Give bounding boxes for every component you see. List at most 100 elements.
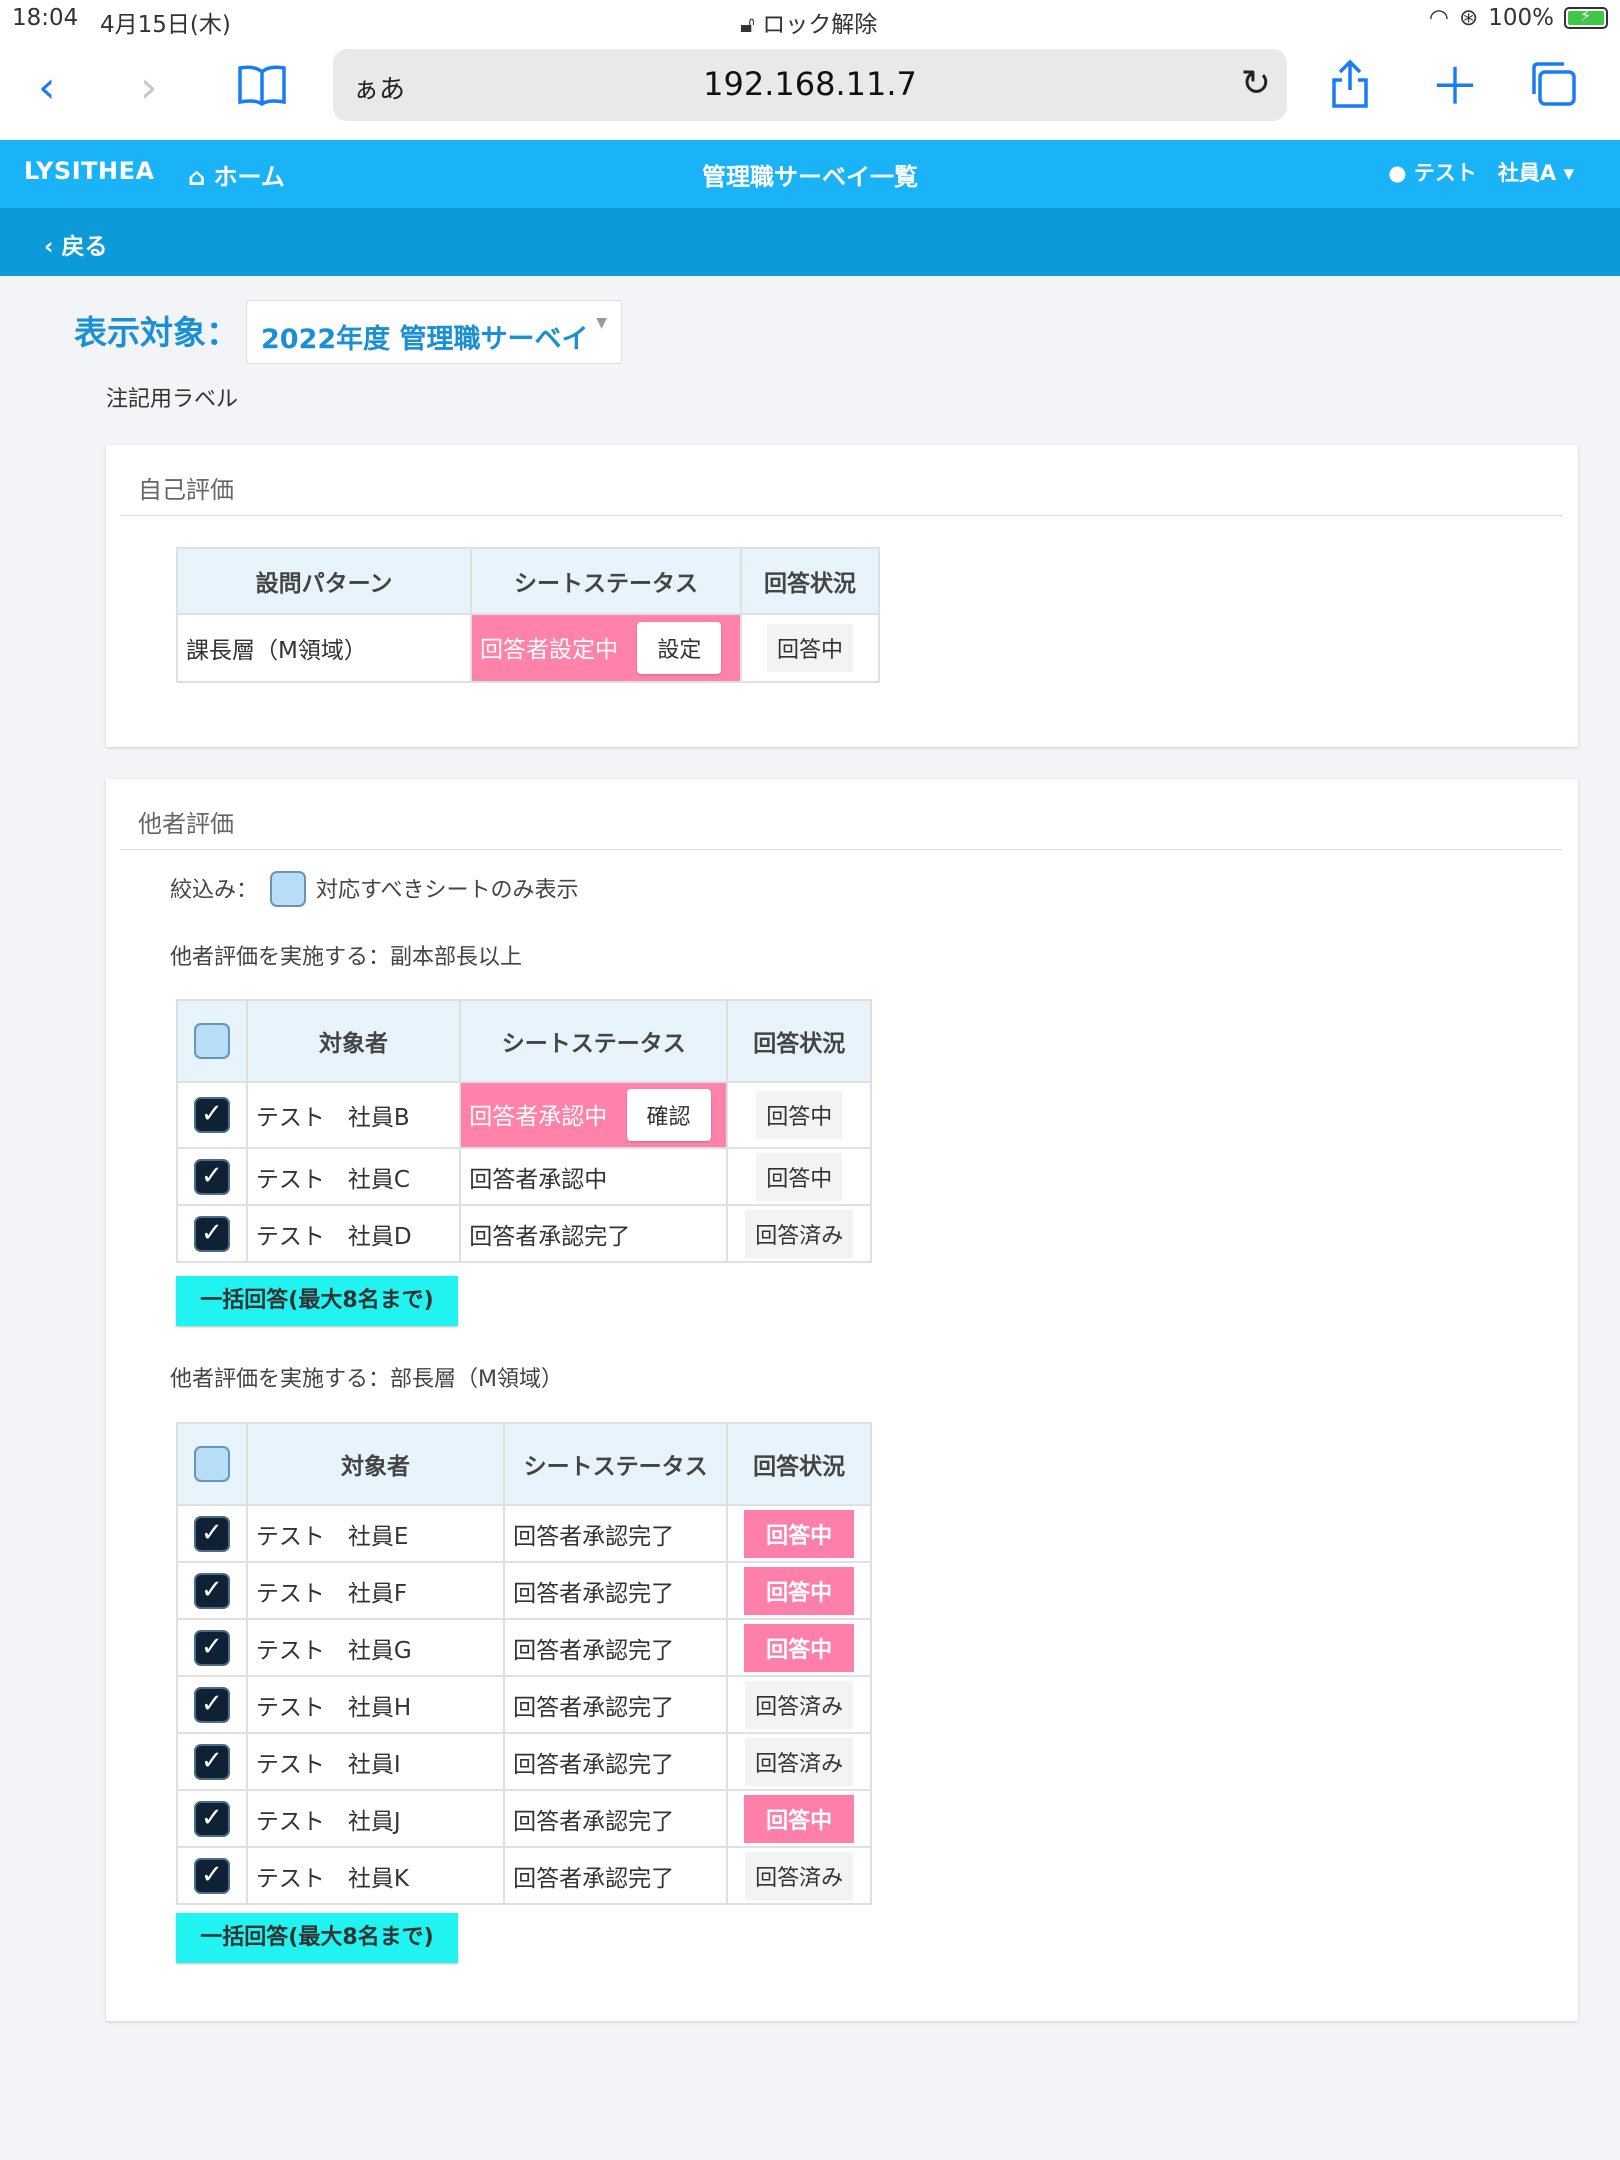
table-row: ✓ テスト 社員B 回答者承認中 確認 回答中 [176,1081,872,1149]
sheet-status-text: 回答者承認完了 [503,1732,729,1791]
target-name: テスト 社員C [245,1147,462,1206]
filter-checkbox[interactable] [270,871,306,907]
chevron-left-icon: ‹ [44,234,54,260]
col-header-answer-status: 回答状況 [726,1422,872,1506]
table-row: ✓ テスト 社員J 回答者承認完了 回答中 [176,1789,872,1848]
row-check-cell: ✓ [176,1204,248,1263]
survey-select[interactable]: 2022年度 管理職サーベイ ▼ [246,300,622,364]
target-name: テスト 社員K [245,1846,506,1905]
target-name: テスト 社員I [245,1732,506,1791]
back-arrow-icon[interactable]: ‹ [38,66,56,110]
lock-icon: 🔓︎ [740,12,755,38]
caret-down-icon: ▾ [1563,161,1574,185]
bulk-answer-button[interactable]: 一括回答(最大8名まで) [176,1913,458,1963]
select-all-checkbox[interactable] [193,1023,230,1059]
reload-icon[interactable]: ↻ [1241,63,1271,104]
filter-label: 絞込み： [170,878,259,903]
forward-arrow-icon[interactable]: › [140,66,158,110]
answer-status-badge: 回答中 [766,624,853,672]
tabs-icon[interactable] [1528,60,1578,116]
answer-status-cell: 回答中 [726,1081,872,1149]
target-name: テスト 社員G [245,1618,506,1677]
col-header-answer-status: 回答状況 [726,999,872,1083]
table-row: ✓ テスト 社員F 回答者承認完了 回答中 [176,1561,872,1620]
self-eval-title: 自己評価 [138,476,234,504]
pattern-cell: 課長層（M領域） [176,613,472,683]
row-checkbox[interactable]: ✓ [193,1857,230,1894]
row-checkbox[interactable]: ✓ [193,1743,230,1780]
row-checkbox[interactable]: ✓ [193,1800,230,1837]
sheet-status-text: 回答者承認完了 [503,1675,729,1734]
share-icon[interactable] [1328,58,1372,118]
select-all-header [176,1422,248,1506]
row-check-cell: ✓ [176,1846,248,1905]
target-name: テスト 社員D [245,1204,462,1263]
status-bar: 18:04 4月15日(木) 🔓︎ ロック解除 ◠ ⊛ 100% ⚡︎ [0,0,1620,40]
row-checkbox[interactable]: ✓ [193,1097,230,1133]
status-date: 4月15日(木) [100,12,231,38]
orientation-lock-icon: ⊛ [1458,5,1479,31]
answer-status-cell: 回答済み [726,1732,872,1791]
confirm-button[interactable]: 確認 [626,1089,711,1141]
answer-status-badge: 回答中 [744,1623,855,1672]
answer-status-cell: 回答済み [726,1846,872,1905]
target-name: テスト 社員B [245,1081,462,1149]
row-check-cell: ✓ [176,1147,248,1206]
answer-status-cell: 回答済み [726,1675,872,1734]
settings-button[interactable]: 設定 [637,622,722,674]
answer-status-badge: 回答済み [745,1737,854,1786]
back-link[interactable]: ‹ 戻る [44,227,108,261]
answer-status-badge: 回答中 [744,1794,855,1843]
col-header-answer-status: 回答状況 [740,547,880,615]
answer-status-badge: 回答中 [756,1152,843,1201]
select-all-checkbox[interactable] [193,1446,230,1482]
new-tab-icon[interactable]: ＋ [1430,62,1480,112]
group2-caption: 他者評価を実施する：部長層（M領域） [170,1367,563,1392]
sheet-status-text: 回答者承認完了 [503,1789,729,1848]
col-header-pattern: 設問パターン [176,547,472,615]
sheet-status-text: 回答者承認完了 [503,1846,729,1905]
row-check-cell: ✓ [176,1504,248,1563]
row-checkbox[interactable]: ✓ [193,1515,230,1552]
address-bar[interactable]: ぁあ 192.168.11.7 ↻ [333,49,1287,121]
bulk-answer-button[interactable]: 一括回答(最大8名まで) [176,1276,458,1326]
url-text[interactable]: 192.168.11.7 [333,65,1287,103]
self-eval-panel: 自己評価 設問パターン シートステータス 回答状況 課長層（M領域） 回答者設定… [106,445,1578,747]
sheet-status-text: 回答者設定中 [480,637,618,663]
sheet-status-text: 回答者承認完了 [459,1204,729,1263]
other-eval-panel: 他者評価 絞込み： 対応すべきシートのみ表示 他者評価を実施する：副本部長以上 … [106,779,1578,2021]
caret-down-icon: ▼ [596,315,607,331]
target-name: テスト 社員H [245,1675,506,1734]
group2-table: 対象者 シートステータス 回答状況 ✓ テスト 社員E 回答者承認完了 回答中 … [176,1422,872,1905]
row-check-cell: ✓ [176,1789,248,1848]
group1-table: 対象者 シートステータス 回答状況 ✓ テスト 社員B 回答者承認中 確認 回答… [176,999,872,1263]
status-right: ◠ ⊛ 100% ⚡︎ [1429,5,1608,31]
row-check-cell: ✓ [176,1561,248,1620]
col-header-sheet-status: シートステータス [470,547,742,615]
answer-status-badge: 回答済み [745,1209,854,1258]
row-checkbox[interactable]: ✓ [193,1215,230,1252]
status-lock: 🔓︎ ロック解除 [740,5,877,39]
row-checkbox[interactable]: ✓ [193,1686,230,1723]
col-header-sheet-status: シートステータス [459,999,729,1083]
answer-status-cell: 回答中 [740,613,880,683]
row-checkbox[interactable]: ✓ [193,1158,230,1195]
user-menu[interactable]: ● テスト 社員A ▾ [1388,157,1574,187]
other-eval-title: 他者評価 [138,810,234,838]
target-name: テスト 社員F [245,1561,506,1620]
row-checkbox[interactable]: ✓ [193,1629,230,1666]
user-name: テスト 社員A [1413,161,1557,185]
row-check-cell: ✓ [176,1618,248,1677]
answer-status-badge: 回答中 [756,1091,843,1139]
sheet-status-text: 回答者承認完了 [503,1618,729,1677]
col-header-target: 対象者 [245,999,462,1083]
target-name: テスト 社員J [245,1789,506,1848]
sheet-status-text: 回答者承認中 [459,1147,729,1206]
back-label: 戻る [61,234,108,260]
divider [120,849,1562,850]
battery-icon: ⚡︎ [1564,6,1608,29]
target-name: テスト 社員E [245,1504,506,1563]
row-check-cell: ✓ [176,1081,248,1149]
bookmarks-icon[interactable] [236,64,288,114]
row-checkbox[interactable]: ✓ [193,1572,230,1609]
